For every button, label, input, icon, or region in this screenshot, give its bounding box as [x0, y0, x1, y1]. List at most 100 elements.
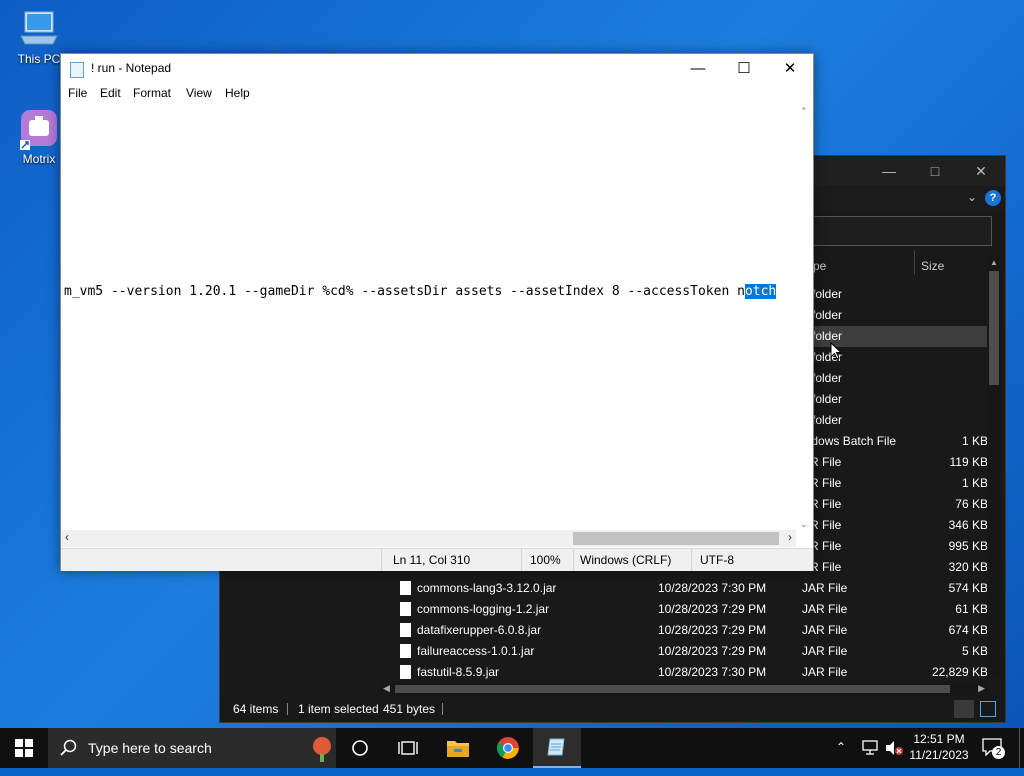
cortana-button[interactable]	[336, 728, 384, 768]
menu-bar: File Edit Format View Help	[61, 84, 813, 104]
file-date-modified: 10/28/2023 7:30 PM	[658, 581, 767, 595]
column-header-type[interactable]: pe	[813, 259, 826, 273]
scrollbar-thumb[interactable]	[395, 685, 950, 693]
windows-logo-icon	[15, 739, 33, 757]
column-header-size[interactable]: Size	[921, 259, 944, 273]
task-view-button[interactable]	[384, 728, 432, 768]
file-type: JAR File	[802, 602, 848, 616]
file-size: 61 KB	[955, 602, 988, 616]
file-name: commons-logging-1.2.jar	[417, 602, 550, 616]
item-count: 64 items	[233, 702, 279, 716]
text-editor-area[interactable]: m_vm5 --version 1.20.1 --gameDir %cd% --…	[61, 104, 796, 530]
show-desktop-button[interactable]	[1019, 728, 1024, 768]
file-row[interactable]: commons-logging-1.2.jar 10/28/2023 7:29 P…	[380, 599, 988, 620]
file-size: 119 KB	[949, 455, 988, 469]
horizontal-scrollbar[interactable]: ‹ ›	[61, 530, 796, 547]
menu-help[interactable]: Help	[225, 86, 250, 100]
vertical-scrollbar[interactable]: ▲	[987, 256, 1001, 676]
notepad-taskbar-button[interactable]	[533, 728, 581, 768]
file-type: JAR File	[802, 581, 848, 595]
scroll-up-icon[interactable]: ▲	[990, 258, 998, 267]
file-name: fastutil-8.5.9.jar	[417, 665, 500, 679]
scroll-right-icon[interactable]: ›	[788, 530, 792, 544]
file-name: datafixerupper-6.0.8.jar	[417, 623, 542, 637]
volume-muted-icon[interactable]	[884, 739, 904, 757]
start-button[interactable]	[0, 728, 48, 768]
status-divider	[521, 549, 522, 571]
close-button[interactable]: ✕	[958, 156, 1004, 186]
taskbar: Type here to search ⌃ 12:51 PM 11/21/202…	[0, 728, 1024, 768]
horizontal-scrollbar[interactable]: ◀ ▶	[380, 682, 988, 696]
menu-format[interactable]: Format	[133, 86, 171, 100]
scroll-left-icon[interactable]: ‹	[65, 530, 69, 544]
menu-view[interactable]: View	[186, 86, 212, 100]
scrollbar-thumb[interactable]	[989, 271, 999, 385]
cursor-position: Ln 11, Col 310	[393, 553, 471, 567]
chrome-taskbar-button[interactable]	[484, 728, 532, 768]
encoding: UTF-8	[700, 553, 734, 567]
menu-edit[interactable]: Edit	[100, 86, 121, 100]
scrollbar-thumb[interactable]	[573, 532, 779, 545]
file-row[interactable]: fastutil-8.5.9.jar 10/28/2023 7:30 PM JAR …	[380, 662, 988, 683]
scroll-down-icon[interactable]: ⌄	[800, 519, 808, 530]
mouse-cursor-icon	[830, 342, 842, 360]
details-view-icon[interactable]	[954, 700, 974, 718]
file-size: 1 KB	[961, 434, 988, 448]
file-icon	[400, 602, 411, 616]
editor-text-line: m_vm5 --version 1.20.1 --gameDir %cd% --…	[64, 284, 777, 299]
scroll-left-icon[interactable]: ◀	[383, 683, 390, 694]
show-hidden-icons-chevron-icon[interactable]: ⌃	[836, 740, 846, 754]
notepad-window: ! run - Notepad — ☐ ✕ File Edit Format V…	[60, 53, 814, 571]
minimize-button[interactable]: —	[675, 54, 721, 84]
maximize-button[interactable]: □	[912, 156, 958, 186]
file-type: JAR File	[802, 644, 848, 658]
explorer-status-bar: 64 items 1 item selected 451 bytes	[220, 696, 1005, 722]
column-divider[interactable]	[914, 251, 915, 275]
chevron-down-icon[interactable]: ⌄	[967, 190, 977, 204]
file-size: 1 KB	[961, 476, 988, 490]
search-highlight-icon	[313, 737, 331, 762]
close-button[interactable]: ✕	[767, 54, 813, 84]
minimize-button[interactable]: —	[866, 156, 912, 186]
file-name: commons-lang3-3.12.0.jar	[417, 581, 557, 595]
file-explorer-taskbar-button[interactable]	[434, 728, 482, 768]
menu-file[interactable]: File	[68, 86, 87, 100]
file-size: 346 KB	[948, 518, 988, 532]
taskbar-search-box[interactable]: Type here to search	[48, 728, 336, 768]
file-name: failureaccess-1.0.1.jar	[417, 644, 535, 658]
file-icon	[400, 623, 411, 637]
status-divider	[287, 703, 288, 715]
selection-count: 1 item selected	[298, 702, 379, 716]
maximize-button[interactable]: ☐	[721, 54, 767, 84]
vertical-scrollbar[interactable]: ⌃ ⌄	[796, 104, 812, 532]
notepad-status-bar: Ln 11, Col 310 100% Windows (CRLF) UTF-8	[61, 548, 813, 571]
selection-size: 451 bytes	[383, 702, 436, 716]
file-type: indows Batch File	[802, 434, 897, 448]
file-size: 674 KB	[948, 623, 988, 637]
file-size: 76 KB	[955, 497, 988, 511]
task-view-icon	[398, 741, 418, 755]
file-size: 574 KB	[948, 581, 988, 595]
notepad-titlebar[interactable]: ! run - Notepad — ☐ ✕	[61, 54, 813, 84]
line-ending: Windows (CRLF)	[580, 553, 672, 567]
file-type: JAR File	[802, 623, 848, 637]
file-size: 320 KB	[948, 560, 988, 574]
network-icon[interactable]	[861, 740, 879, 756]
motrix-app-icon	[19, 108, 59, 150]
file-row[interactable]: datafixerupper-6.0.8.jar 10/28/2023 7:29 …	[380, 620, 988, 641]
clock-time: 12:51 PM	[913, 732, 965, 746]
clock-date: 11/21/2023	[909, 748, 969, 762]
scroll-right-icon[interactable]: ▶	[978, 683, 985, 694]
file-date-modified: 10/28/2023 7:29 PM	[658, 602, 767, 616]
scroll-up-icon[interactable]: ⌃	[800, 106, 808, 117]
window-title: ! run - Notepad	[91, 61, 172, 75]
large-icons-view-icon[interactable]	[980, 701, 996, 717]
action-center-button[interactable]: 2	[982, 738, 1005, 759]
file-row[interactable]: commons-lang3-3.12.0.jar 10/28/2023 7:30 …	[380, 578, 988, 599]
file-row[interactable]: failureaccess-1.0.1.jar 10/28/2023 7:29 P…	[380, 641, 988, 662]
file-size: 22,829 KB	[931, 665, 988, 679]
status-divider	[573, 549, 574, 571]
file-explorer-icon	[447, 741, 469, 757]
clock[interactable]: 12:51 PM 11/21/2023	[902, 731, 976, 763]
help-icon[interactable]: ?	[985, 190, 1001, 206]
